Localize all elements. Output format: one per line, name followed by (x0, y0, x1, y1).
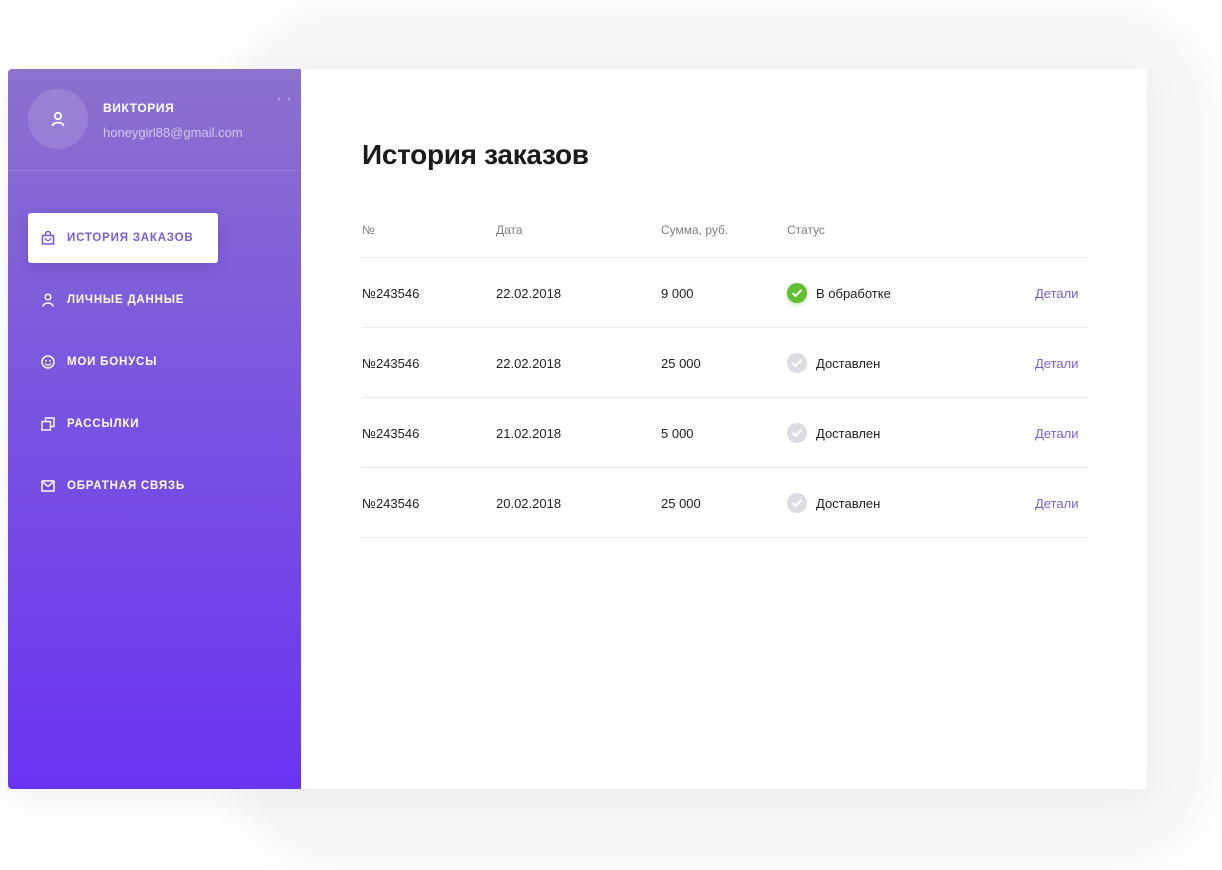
sidebar-item-label: История заказов (67, 232, 194, 244)
table-header: № Дата Сумма, руб. Статус (362, 217, 1088, 258)
order-status: В обработке (787, 283, 891, 303)
status-label: Доставлен (816, 425, 881, 441)
order-sum: 25 000 (661, 356, 701, 371)
order-status: Доставлен (787, 423, 880, 443)
order-number: №243546 (362, 286, 420, 301)
sidebar-item-label: Рассылки (67, 418, 140, 430)
stacked-squares-icon (41, 417, 55, 431)
order-date: 22.02.2018 (496, 286, 562, 301)
table-row: №243546 21.02.2018 5 000 Доставлен Детал… (362, 398, 1088, 468)
order-date: 20.02.2018 (496, 496, 562, 511)
sidebar-item-personal-data[interactable]: Личные данные (28, 275, 218, 325)
order-sum: 5 000 (661, 426, 694, 441)
sidebar: Виктория honeygirl88@gmail.com История з… (8, 69, 301, 789)
check-circle-icon (787, 493, 807, 513)
user-icon (41, 293, 55, 307)
status-label: Доставлен (816, 495, 881, 511)
sidebar-item-label: Обратная связь (67, 480, 185, 492)
sidebar-item-feedback[interactable]: Обратная связь (28, 461, 218, 511)
sidebar-item-bonuses[interactable]: Мои бонусы (28, 337, 218, 387)
order-sum: 9 000 (661, 286, 694, 301)
dots-icon (278, 98, 290, 100)
order-date: 22.02.2018 (496, 356, 562, 371)
orders-table: № Дата Сумма, руб. Статус №243546 22.02.… (362, 217, 1088, 538)
avatar[interactable] (28, 89, 88, 149)
sidebar-item-newsletters[interactable]: Рассылки (28, 399, 218, 449)
details-link[interactable]: Детали (1035, 496, 1079, 511)
status-label: Доставлен (816, 355, 881, 371)
account-window: Виктория honeygirl88@gmail.com История з… (8, 69, 1147, 789)
user-profile: Виктория honeygirl88@gmail.com (8, 69, 301, 171)
details-link[interactable]: Детали (1035, 356, 1079, 371)
main-content: История заказов № Дата Сумма, руб. Стату… (301, 69, 1147, 789)
user-name: Виктория (103, 101, 175, 115)
column-header-date: Дата (496, 223, 523, 237)
smiley-icon (41, 355, 55, 369)
table-row: №243546 20.02.2018 25 000 Доставлен Дета… (362, 468, 1088, 538)
envelope-icon (41, 479, 55, 493)
order-status: Доставлен (787, 493, 880, 513)
table-row: №243546 22.02.2018 25 000 Доставлен Дета… (362, 328, 1088, 398)
order-number: №243546 (362, 356, 420, 371)
details-link[interactable]: Детали (1035, 286, 1079, 301)
order-sum: 25 000 (661, 496, 701, 511)
order-number: №243546 (362, 426, 420, 441)
column-header-number: № (362, 223, 375, 237)
user-icon (51, 111, 65, 127)
column-header-status: Статус (787, 223, 825, 237)
check-circle-icon (787, 423, 807, 443)
table-row: №243546 22.02.2018 9 000 В обработке Дет… (362, 258, 1088, 328)
page-title: История заказов (362, 139, 589, 170)
column-header-sum: Сумма, руб. (661, 223, 729, 237)
order-date: 21.02.2018 (496, 426, 562, 441)
user-email: honeygirl88@gmail.com (103, 125, 243, 140)
sidebar-nav: История заказов Личные данные (28, 213, 278, 523)
order-number: №243546 (362, 496, 420, 511)
check-circle-icon (787, 283, 807, 303)
status-label: В обработке (816, 285, 891, 301)
shopping-bag-icon (41, 231, 55, 245)
check-circle-icon (787, 353, 807, 373)
sidebar-item-label: Мои бонусы (67, 356, 158, 368)
sidebar-item-order-history[interactable]: История заказов (28, 213, 218, 263)
order-status: Доставлен (787, 353, 880, 373)
sidebar-item-label: Личные данные (67, 294, 185, 306)
details-link[interactable]: Детали (1035, 426, 1079, 441)
